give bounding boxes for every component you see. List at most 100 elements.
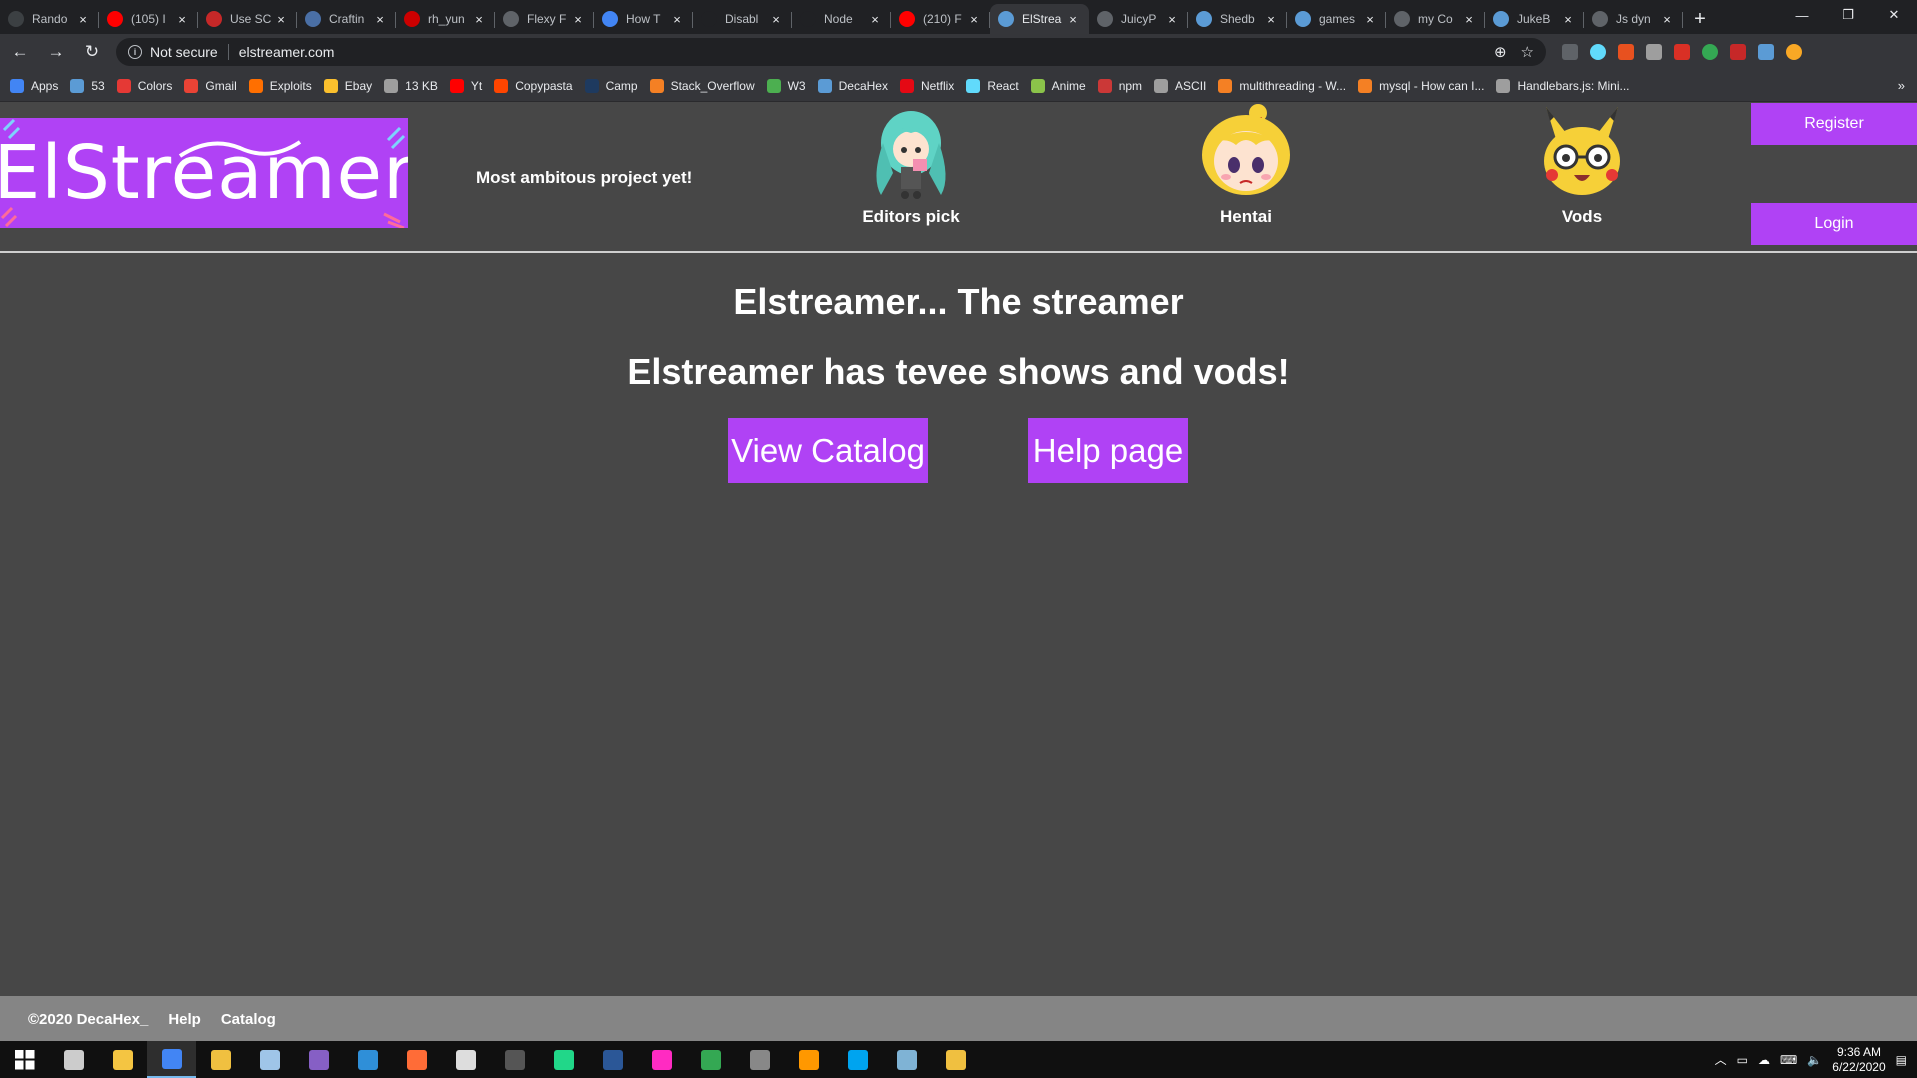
react-devtools-icon[interactable] <box>1590 44 1606 60</box>
taskbar-app[interactable] <box>784 1041 833 1078</box>
reload-button[interactable]: ↻ <box>76 36 108 68</box>
bookmark-item[interactable]: Exploits <box>248 78 312 93</box>
tab-close-icon[interactable]: × <box>372 12 388 27</box>
browser-tab[interactable]: How T × <box>594 4 693 34</box>
browser-tab[interactable]: games × <box>1287 4 1386 34</box>
menu-update-icon[interactable] <box>1786 44 1802 60</box>
security-label[interactable]: Not secure <box>150 44 218 60</box>
bookmark-item[interactable]: Stack_Overflow <box>649 78 755 93</box>
tab-close-icon[interactable]: × <box>768 12 784 27</box>
taskbar-app[interactable] <box>539 1041 588 1078</box>
taskbar-app[interactable] <box>588 1041 637 1078</box>
minimize-button[interactable]: — <box>1779 0 1825 30</box>
maximize-button[interactable]: ❐ <box>1825 0 1871 30</box>
bookmark-item[interactable]: DecaHex <box>817 78 888 93</box>
taskbar-app[interactable] <box>196 1041 245 1078</box>
tab-close-icon[interactable]: × <box>174 12 190 27</box>
tab-close-icon[interactable]: × <box>1560 12 1576 27</box>
bookmark-item[interactable]: Netflix <box>899 78 954 93</box>
browser-tab[interactable]: Shedb × <box>1188 4 1287 34</box>
browser-tab[interactable]: Flexy F × <box>495 4 594 34</box>
tab-close-icon[interactable]: × <box>669 12 685 27</box>
bookmark-item[interactable]: mysql - How can I... <box>1358 78 1484 93</box>
taskbar-app[interactable] <box>833 1041 882 1078</box>
footer-help-link[interactable]: Help <box>168 1011 201 1028</box>
taskbar-app[interactable] <box>343 1041 392 1078</box>
profile-avatar-icon[interactable] <box>1758 44 1774 60</box>
tab-close-icon[interactable]: × <box>273 12 289 27</box>
new-tab-button[interactable]: + <box>1683 4 1717 34</box>
taskbar-app[interactable] <box>245 1041 294 1078</box>
bookmark-item[interactable]: Anime <box>1030 78 1086 93</box>
tab-close-icon[interactable]: × <box>1659 12 1675 27</box>
translate-icon[interactable]: ⊕ <box>1494 43 1507 61</box>
taskbar-app[interactable] <box>98 1041 147 1078</box>
bookmark-item[interactable]: W3 <box>766 78 806 93</box>
view-catalog-button[interactable]: View Catalog <box>728 418 928 483</box>
bookmark-item[interactable]: Ebay <box>323 78 372 93</box>
browser-tab[interactable]: Node × <box>792 4 891 34</box>
browser-tab[interactable]: Js dyn × <box>1584 4 1683 34</box>
tab-close-icon[interactable]: × <box>867 12 883 27</box>
bookmark-item[interactable]: React <box>966 78 1019 93</box>
extension-icon[interactable] <box>1618 44 1634 60</box>
notifications-icon[interactable]: ▤ <box>1896 1053 1907 1067</box>
tray-chevron-icon[interactable]: ︿ <box>1715 1051 1727 1068</box>
tab-close-icon[interactable]: × <box>1164 12 1180 27</box>
taskbar-app[interactable] <box>490 1041 539 1078</box>
bookmark-star-icon[interactable]: ☆ <box>1521 43 1534 61</box>
taskbar-app[interactable] <box>686 1041 735 1078</box>
taskbar-app[interactable] <box>882 1041 931 1078</box>
tab-close-icon[interactable]: × <box>1065 12 1081 27</box>
footer-catalog-link[interactable]: Catalog <box>221 1011 276 1028</box>
clock[interactable]: 9:36 AM 6/22/2020 <box>1832 1045 1885 1075</box>
extension-icon[interactable] <box>1702 44 1718 60</box>
browser-tab[interactable]: rh_yun × <box>396 4 495 34</box>
bookmark-item[interactable]: ASCII <box>1154 78 1206 93</box>
taskbar-app[interactable] <box>294 1041 343 1078</box>
browser-tab[interactable]: (210) F × <box>891 4 990 34</box>
browser-tab[interactable]: Craftin × <box>297 4 396 34</box>
taskbar-app[interactable] <box>735 1041 784 1078</box>
bookmark-item[interactable]: Handlebars.js: Mini... <box>1496 78 1630 93</box>
address-bar[interactable]: i Not secure elstreamer.com ⊕ ☆ <box>116 38 1546 66</box>
taskbar-app[interactable] <box>392 1041 441 1078</box>
tab-close-icon[interactable]: × <box>1461 12 1477 27</box>
info-icon[interactable]: i <box>128 45 142 59</box>
bookmark-item[interactable]: 13 KB <box>384 78 438 93</box>
bookmark-item[interactable]: Copypasta <box>494 78 573 93</box>
register-button[interactable]: Register <box>1751 103 1917 145</box>
extension-icon[interactable] <box>1674 44 1690 60</box>
extension-icon[interactable] <box>1646 44 1662 60</box>
onedrive-icon[interactable]: ☁ <box>1758 1053 1770 1067</box>
bookmarks-overflow-button[interactable]: » <box>1898 78 1905 93</box>
network-icon[interactable]: ⌨ <box>1780 1053 1797 1067</box>
bookmark-item[interactable]: Camp <box>584 78 638 93</box>
tab-close-icon[interactable]: × <box>966 12 982 27</box>
taskbar-app[interactable] <box>441 1041 490 1078</box>
back-button[interactable]: ← <box>4 36 36 68</box>
bookmark-item[interactable]: npm <box>1097 78 1142 93</box>
nav-hentai[interactable]: Hentai <box>1146 103 1346 228</box>
browser-tab[interactable]: Disabl × <box>693 4 792 34</box>
nav-vods[interactable]: Vods <box>1482 103 1682 228</box>
browser-tab[interactable]: Use SC × <box>198 4 297 34</box>
tab-close-icon[interactable]: × <box>570 12 586 27</box>
ublock-icon[interactable] <box>1730 44 1746 60</box>
bookmark-item[interactable]: 53 <box>70 78 105 93</box>
browser-tab[interactable]: Rando × <box>0 4 99 34</box>
taskbar-app[interactable] <box>147 1041 196 1078</box>
tab-close-icon[interactable]: × <box>1263 12 1279 27</box>
tab-close-icon[interactable]: × <box>75 12 91 27</box>
battery-icon[interactable]: ▭ <box>1737 1053 1748 1067</box>
taskbar-app[interactable] <box>0 1041 49 1078</box>
tab-close-icon[interactable]: × <box>471 12 487 27</box>
extension-icon[interactable] <box>1562 44 1578 60</box>
close-window-button[interactable]: ✕ <box>1871 0 1917 30</box>
tab-close-icon[interactable]: × <box>1362 12 1378 27</box>
bookmark-item[interactable]: Apps <box>10 78 58 93</box>
volume-icon[interactable]: 🔈 <box>1807 1053 1822 1067</box>
browser-tab[interactable]: JuicyP × <box>1089 4 1188 34</box>
bookmark-item[interactable]: Yt <box>449 78 482 93</box>
nav-editors-pick[interactable]: Editors pick <box>811 103 1011 228</box>
